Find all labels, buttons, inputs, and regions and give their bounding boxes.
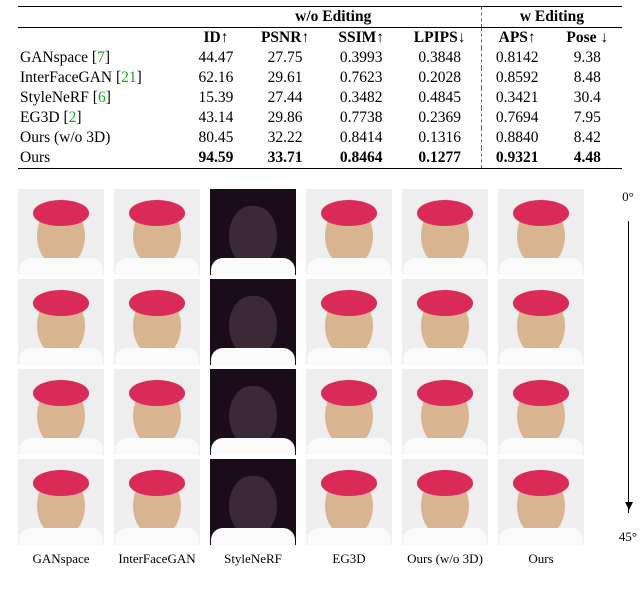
face-r0-c1 bbox=[114, 189, 200, 275]
cell: 0.2028 bbox=[398, 68, 481, 88]
col-lpips: LPIPS↓ bbox=[398, 28, 481, 49]
face-r0-c3 bbox=[306, 189, 392, 275]
cell: 0.8142 bbox=[481, 48, 552, 68]
header-group-noedit: w/o Editing bbox=[186, 7, 482, 28]
cell: 32.22 bbox=[246, 128, 324, 148]
face-r2-c0 bbox=[18, 369, 104, 455]
cell: 0.3421 bbox=[481, 88, 552, 108]
cell: 0.1277 bbox=[398, 148, 481, 169]
face-r1-c3 bbox=[306, 279, 392, 365]
face-r1-c5 bbox=[498, 279, 584, 365]
cell: 29.61 bbox=[246, 68, 324, 88]
cell: 0.3993 bbox=[324, 48, 398, 68]
cell: 0.7738 bbox=[324, 108, 398, 128]
results-table: w/o Editing w Editing ID↑PSNR↑SSIM↑LPIPS… bbox=[0, 0, 640, 169]
col-aps: APS↑ bbox=[481, 28, 552, 49]
cell: 0.8592 bbox=[481, 68, 552, 88]
col-id: ID↑ bbox=[186, 28, 247, 49]
fig-col-label-2: StyleNeRF bbox=[210, 551, 296, 567]
col-psnr: PSNR↑ bbox=[246, 28, 324, 49]
cell: 80.45 bbox=[186, 128, 247, 148]
method-eg3d: EG3D [2] bbox=[18, 108, 186, 128]
face-r0-c0 bbox=[18, 189, 104, 275]
method-ganspace: GANspace [7] bbox=[18, 48, 186, 68]
face-r0-c4 bbox=[402, 189, 488, 275]
face-r3-c2 bbox=[210, 459, 296, 545]
fig-col-label-3: EG3D bbox=[306, 551, 392, 567]
cell: 0.4845 bbox=[398, 88, 481, 108]
cell: 8.48 bbox=[553, 68, 622, 88]
column-labels-row: GANspace InterFaceGAN StyleNeRF EG3D Ours (w… bbox=[18, 551, 622, 567]
cell: 7.95 bbox=[553, 108, 622, 128]
cell: 0.3848 bbox=[398, 48, 481, 68]
citation: [21] bbox=[116, 69, 142, 86]
method-ourswo3d: Ours (w/o 3D) bbox=[18, 128, 186, 148]
cell: 94.59 bbox=[186, 148, 247, 169]
face-r3-c4 bbox=[402, 459, 488, 545]
face-r2-c4 bbox=[402, 369, 488, 455]
face-r3-c5 bbox=[498, 459, 584, 545]
cell: 0.7623 bbox=[324, 68, 398, 88]
face-r2-c2 bbox=[210, 369, 296, 455]
cell: 43.14 bbox=[186, 108, 247, 128]
face-r0-c2 bbox=[210, 189, 296, 275]
cell: 0.1316 bbox=[398, 128, 481, 148]
face-r1-c0 bbox=[18, 279, 104, 365]
cell: 0.3482 bbox=[324, 88, 398, 108]
fig-col-label-5: Ours bbox=[498, 551, 584, 567]
angle-top-label: 0° bbox=[622, 189, 634, 205]
angle-axis: 0° 45° bbox=[616, 189, 640, 545]
face-r1-c4 bbox=[402, 279, 488, 365]
angle-arrow bbox=[628, 221, 629, 513]
qualitative-figure: GANspace InterFaceGAN StyleNeRF EG3D Ours (w… bbox=[0, 169, 640, 573]
face-r2-c1 bbox=[114, 369, 200, 455]
face-grid bbox=[18, 189, 622, 545]
cell: 44.47 bbox=[186, 48, 247, 68]
fig-col-label-0: GANspace bbox=[18, 551, 104, 567]
fig-col-label-4: Ours (w/o 3D) bbox=[402, 551, 488, 567]
face-r2-c5 bbox=[498, 369, 584, 455]
face-r0-c5 bbox=[498, 189, 584, 275]
cell: 0.2369 bbox=[398, 108, 481, 128]
cell: 27.44 bbox=[246, 88, 324, 108]
cell: 0.8840 bbox=[481, 128, 552, 148]
method-interfacegan: InterFaceGAN [21] bbox=[18, 68, 186, 88]
method-stylenerf: StyleNeRF [6] bbox=[18, 88, 186, 108]
face-r1-c1 bbox=[114, 279, 200, 365]
citation: [2] bbox=[63, 109, 81, 126]
face-r3-c1 bbox=[114, 459, 200, 545]
cell: 0.8464 bbox=[324, 148, 398, 169]
face-r3-c3 bbox=[306, 459, 392, 545]
citation: [7] bbox=[92, 49, 110, 66]
fig-col-label-1: InterFaceGAN bbox=[114, 551, 200, 567]
cell: 0.7694 bbox=[481, 108, 552, 128]
cell: 8.42 bbox=[553, 128, 622, 148]
cell: 27.75 bbox=[246, 48, 324, 68]
angle-bottom-label: 45° bbox=[619, 529, 637, 545]
cell: 15.39 bbox=[186, 88, 247, 108]
cell: 33.71 bbox=[246, 148, 324, 169]
face-r3-c0 bbox=[18, 459, 104, 545]
header-method-blank bbox=[18, 7, 186, 28]
cell: 62.16 bbox=[186, 68, 247, 88]
cell: 4.48 bbox=[553, 148, 622, 169]
cell: 30.4 bbox=[553, 88, 622, 108]
citation: [6] bbox=[93, 89, 111, 106]
cell: 9.38 bbox=[553, 48, 622, 68]
col-ssim: SSIM↑ bbox=[324, 28, 398, 49]
cell: 0.8414 bbox=[324, 128, 398, 148]
face-r1-c2 bbox=[210, 279, 296, 365]
face-r2-c3 bbox=[306, 369, 392, 455]
col-pose: Pose ↓ bbox=[553, 28, 622, 49]
header-group-edit: w Editing bbox=[481, 7, 622, 28]
cell: 29.86 bbox=[246, 108, 324, 128]
method-ours: Ours bbox=[18, 148, 186, 169]
cell: 0.9321 bbox=[481, 148, 552, 169]
